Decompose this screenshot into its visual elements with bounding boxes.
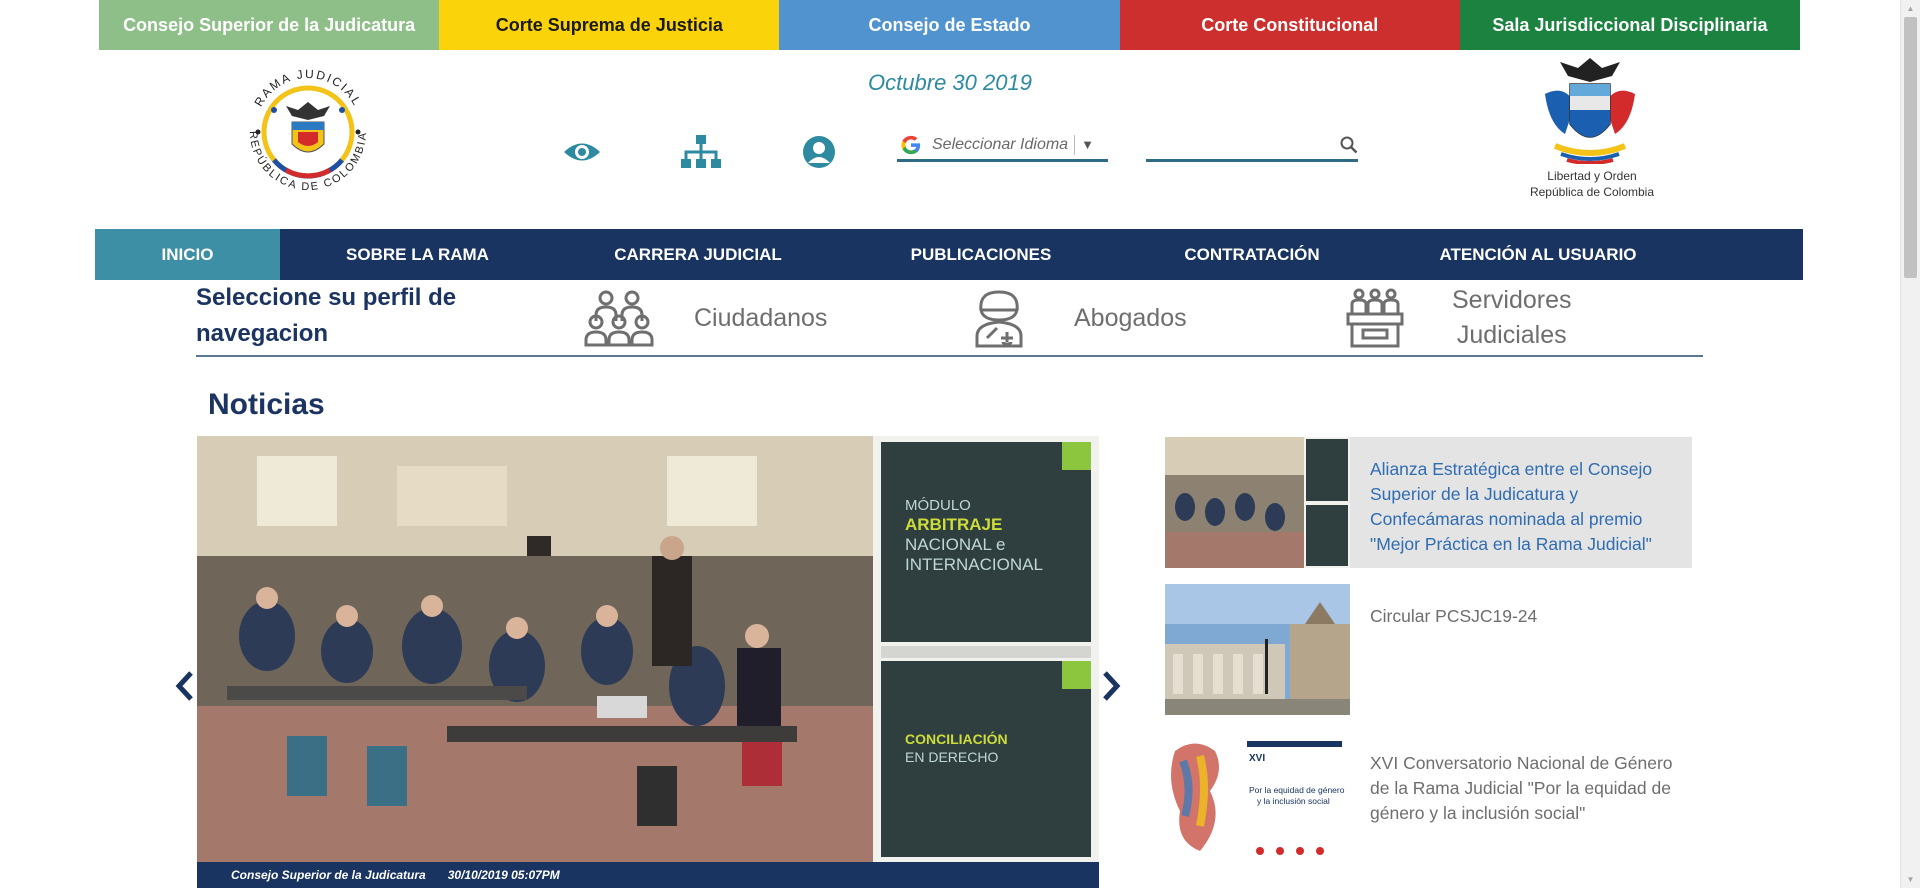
- nav-item-carrera-judicial[interactable]: CARRERA JUDICIAL: [555, 229, 841, 280]
- search-icon[interactable]: [1340, 131, 1358, 159]
- citizens-icon: [584, 287, 654, 349]
- language-select[interactable]: Seleccionar Idioma ▼: [897, 130, 1108, 162]
- news-thumb: XVI Por la equidad de género y la inclus…: [1165, 731, 1350, 862]
- judicial-servants-icon: [1340, 287, 1410, 349]
- news-item-title[interactable]: Alianza Estratégica entre el Consejo Sup…: [1370, 457, 1675, 568]
- nav-item-contratacion[interactable]: CONTRATACIÓN: [1121, 229, 1383, 280]
- scroll-down-arrow-icon[interactable]: ▼: [1901, 871, 1920, 888]
- slider-prev-arrow-icon[interactable]: [170, 666, 200, 706]
- profile-abogados[interactable]: Abogados: [964, 284, 1187, 352]
- nav-item-sobre-la-rama[interactable]: SOBRE LA RAMA: [280, 229, 555, 280]
- profile-title-line1: Seleccione su perfil de: [196, 284, 457, 311]
- profile-servidores-judiciales[interactable]: Servidores Judiciales: [1340, 284, 1572, 352]
- sitemap-icon[interactable]: [679, 130, 723, 174]
- rama-judicial-logo[interactable]: RAMA JUDICIAL REPÚBLICA DE COLOMBIA: [228, 50, 388, 210]
- profile-label-ciudadanos: Ciudadanos: [694, 303, 828, 332]
- coat-of-arms-caption-line2: República de Colombia: [1529, 185, 1655, 199]
- profile-label-servidores-line2: Judiciales: [1456, 321, 1567, 349]
- corp-link-corte-constitucional[interactable]: Corte Constitucional: [1119, 0, 1460, 50]
- language-placeholder: Seleccionar Idioma: [932, 135, 1069, 153]
- news-slider[interactable]: MÓDULO ARBITRAJE NACIONAL e INTERNACIONA…: [197, 436, 1099, 888]
- nav-item-atencion-al-usuario[interactable]: ATENCIÓN AL USUARIO: [1383, 229, 1693, 280]
- svg-text:XVI: XVI: [1249, 753, 1265, 764]
- corporations-bar: Consejo Superior de la Judicatura Corte …: [99, 0, 1801, 50]
- news-thumb: [1165, 584, 1350, 715]
- news-thumb: [1165, 437, 1350, 568]
- corp-link-consejo-estado[interactable]: Consejo de Estado: [779, 0, 1120, 50]
- language-separator: [1074, 134, 1076, 155]
- nav-item-inicio[interactable]: INICIO: [95, 229, 280, 280]
- profile-label-servidores-line1: Servidores: [1452, 286, 1572, 314]
- news-item[interactable]: Alianza Estratégica entre el Consejo Sup…: [1165, 437, 1692, 568]
- profile-label-servidores-judiciales: Servidores Judiciales: [1452, 283, 1572, 353]
- book1-line3: NACIONAL e: [905, 535, 1005, 554]
- corp-link-sala-disciplinaria[interactable]: Sala Jurisdiccional Disciplinaria: [1459, 0, 1801, 50]
- profile-title-line2: navegacion: [196, 320, 329, 347]
- profile-divider: [196, 355, 1703, 357]
- google-icon: [901, 135, 921, 154]
- profile-title: Seleccione su perfil de navegacion: [196, 280, 496, 352]
- news-item-title[interactable]: XVI Conversatorio Nacional de Género de …: [1370, 751, 1675, 862]
- lawyer-icon: [964, 287, 1034, 349]
- page-scrollbar[interactable]: ▲ ▼: [1900, 0, 1920, 888]
- search-box: [1135, 130, 1358, 162]
- main-nav: INICIO SOBRE LA RAMA CARRERA JUDICIAL PU…: [95, 229, 1803, 280]
- book1-line2: ARBITRAJE: [905, 515, 1002, 534]
- book1-line1: MÓDULO: [905, 497, 971, 514]
- slider-next-arrow-icon[interactable]: [1096, 666, 1126, 706]
- news-item[interactable]: Circular PCSJC19-24: [1165, 584, 1692, 715]
- thumb-text-line2: y la inclusión social: [1257, 796, 1330, 806]
- user-icon[interactable]: [797, 130, 841, 174]
- nav-item-publicaciones[interactable]: PUBLICACIONES: [841, 229, 1121, 280]
- profile-label-abogados: Abogados: [1074, 303, 1187, 332]
- book1-line4: INTERNACIONAL: [905, 555, 1043, 574]
- book2-line1: CONCILIACIÓN: [905, 730, 1008, 747]
- slide-caption-source: Consejo Superior de la Judicatura: [231, 868, 426, 882]
- news-item-title[interactable]: Circular PCSJC19-24: [1370, 604, 1675, 715]
- slide-image[interactable]: MÓDULO ARBITRAJE NACIONAL e INTERNACIONA…: [197, 436, 1099, 862]
- news-heading: Noticias: [208, 388, 325, 421]
- chevron-down-icon[interactable]: ▼: [1081, 137, 1094, 152]
- thumb-text-line1: Por la equidad de género: [1249, 785, 1345, 795]
- scroll-thumb[interactable]: [1904, 17, 1917, 278]
- scroll-up-arrow-icon[interactable]: ▲: [1901, 0, 1920, 17]
- search-input[interactable]: [1135, 130, 1340, 159]
- profile-ciudadanos[interactable]: Ciudadanos: [584, 284, 827, 352]
- slide-caption-date: 30/10/2019 05:07PM: [447, 868, 560, 882]
- coat-of-arms-caption-line1: Libertad y Orden: [1547, 169, 1637, 183]
- book2-line2: EN DERECHO: [905, 749, 998, 765]
- news-item[interactable]: XVI Por la equidad de género y la inclus…: [1165, 731, 1692, 862]
- slide-caption: Consejo Superior de la Judicatura 30/10/…: [197, 862, 1099, 888]
- corp-link-consejo-superior[interactable]: Consejo Superior de la Judicatura: [99, 0, 440, 50]
- coat-of-arms-caption: Libertad y Orden República de Colombia: [1502, 168, 1682, 200]
- corp-link-corte-suprema[interactable]: Corte Suprema de Justicia: [439, 0, 780, 50]
- current-date: Octubre 30 2019: [868, 70, 1032, 95]
- eye-icon[interactable]: [560, 130, 604, 174]
